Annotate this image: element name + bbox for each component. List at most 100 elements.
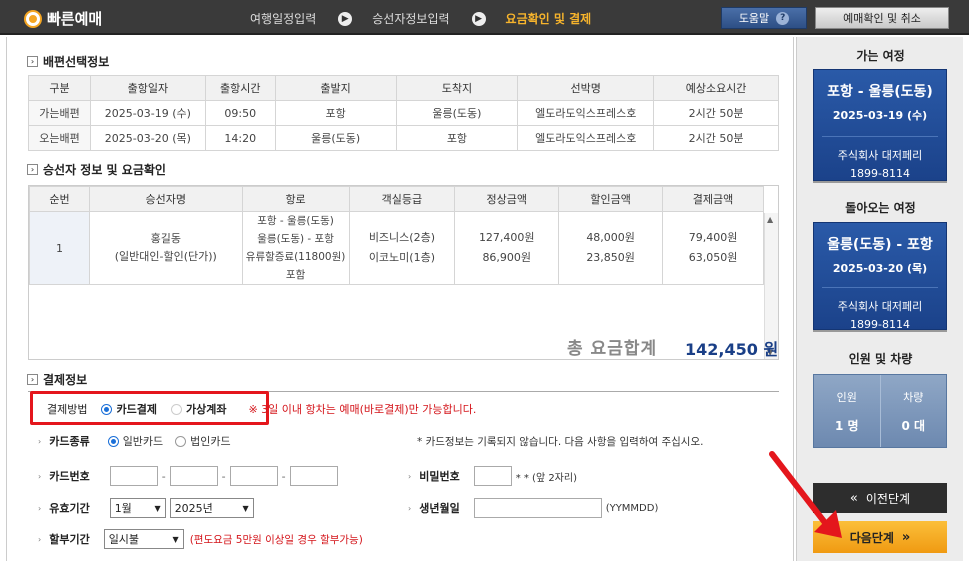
outbound-trip-card: 포항 - 울릉(도동) 2025-03-19 (수) 주식회사 대저페리 189… [813,69,947,181]
expiry-year-value: 2025년 [174,502,213,515]
vehicle-value: 0 대 [901,419,926,433]
chevron-down-icon: ▼ [242,503,249,513]
selection-table: 구분 출항일자 출항시간 출발지 도착지 선박명 예상소요시간 가는배편 202… [28,75,779,151]
normal-price-cell: 127,400원 86,900원 [454,211,560,285]
card-payment-radio[interactable] [101,403,113,415]
expiry-label: 유효기간 [49,502,90,515]
return-date: 2025-03-20 (목) [832,262,928,275]
return-heading: 돌아오는 여정 [845,201,916,215]
card-number-input-1[interactable] [109,466,158,486]
card-type-label: 카드종류 [49,435,90,448]
card-number-input-2[interactable] [169,466,218,486]
card-number-input-4[interactable] [289,466,338,486]
step-passenger: 승선자정보입력 [372,12,450,26]
discount-outbound: 48,000원 [586,231,635,244]
column-header: 항로 [241,186,350,212]
card-divider [822,287,938,288]
card-type-row: › 카드종류 일반카드 법인카드 [38,433,231,449]
route-outbound: 포항 - 울릉(도동) [257,215,334,227]
column-header: 승선자명 [88,186,243,212]
expiry-year-select[interactable]: 2025년 ▼ [169,498,254,518]
virtual-account-label[interactable]: 가상계좌 [186,401,226,417]
column-header: 출항시간 [204,75,276,101]
bullet-icon: › [38,503,42,513]
table-cell: 가는배편 [28,100,91,126]
outbound-route: 포항 - 울릉(도동) [827,84,933,100]
corporate-card-radio[interactable] [175,435,187,447]
bullet-icon: › [38,534,42,544]
chevron-down-icon: ▼ [172,534,179,544]
column-header: 선박명 [517,75,655,101]
app-title-text: 빠른예매 [47,10,103,28]
table-cell: 14:20 [204,125,276,151]
column-header: 할인금액 [558,186,664,212]
step-payment: 요금확인 및 결제 [505,12,592,26]
expiry-month-select[interactable]: 1월 ▼ [109,498,166,518]
passenger-list: 순번 승선자명 항로 객실등급 정상금액 할인금액 결제금액 1 홍길동 (일반… [28,185,779,360]
normal-price-return: 86,900원 [482,251,532,264]
section-selection-title: › 배편선택정보 [27,53,109,70]
table-cell: 2시간 50분 [653,125,779,151]
booking-confirm-cancel-button[interactable]: 예매확인 및 취소 [815,7,949,29]
card-number-label: 카드번호 [49,470,90,483]
bullet-icon: › [38,436,42,446]
table-cell: 울릉(도동) [395,100,519,126]
payment-method-row: 결제방법 카드결제 가상계좌 ※ 3일 이내 항차는 예매(바로결제)만 가능합… [47,401,476,417]
table-cell: 2시간 50분 [653,100,779,126]
column-header: 출발지 [274,75,397,101]
installment-select[interactable]: 일시불 ▼ [103,529,184,549]
payment-method-notice: ※ 3일 이내 항차는 예매(바로결제)만 가능합니다. [248,403,477,416]
pay-amount-outbound: 79,400원 [688,231,738,244]
outbound-phone: 1899-8114 [850,167,910,180]
top-bar: 빠른예매 여행일정입력 ▶ 승선자정보입력 ▶ 요금확인 및 결제 도움말 ? … [0,0,969,35]
table-header-row: 구분 출항일자 출항시간 출발지 도착지 선박명 예상소요시간 [28,75,779,101]
step-arrow-icon: ▶ [471,11,486,26]
total-value: 142,450 원 [685,340,779,359]
dash-separator: - [161,469,166,483]
column-header: 도착지 [395,75,519,101]
bullet-icon: › [38,471,42,481]
help-label: 도움말 [738,12,770,25]
section-title-text: 배편선택정보 [43,55,110,69]
password-input[interactable] [473,466,512,486]
column-header: 객실등급 [348,186,456,212]
chevron-right-icon: › [27,164,38,175]
passenger-type: (일반대인-할인(단가)) [114,250,217,263]
card-number-input-3[interactable] [229,466,278,486]
password-row: › 비밀번호 * * (앞 2자리) [408,466,577,486]
discount-return: 23,850원 [586,251,635,264]
route-cell: 포항 - 울릉(도동) 울릉(도동) - 포항 유류할증료(11800원)포함 [241,211,350,285]
people-heading: 인원 및 차량 [848,352,913,366]
step-itinerary: 여행일정입력 [250,12,317,26]
virtual-account-radio[interactable] [170,403,182,415]
column-header: 예상소요시간 [653,75,779,101]
card-payment-label[interactable]: 카드결제 [116,401,156,417]
return-company: 주식회사 대저페리 [837,300,923,313]
table-cell: 울릉(도동) [274,125,397,151]
people-col: 인원 1 명 [814,375,880,447]
dash-separator: - [281,469,286,483]
personal-card-radio[interactable] [107,435,119,447]
table-cell: 포항 [274,100,397,126]
next-step-label: 다음단계 [849,530,894,545]
card-notice: * 카드정보는 기록되지 않습니다. 다음 사항을 입력하여 주십시오. [417,436,704,448]
personal-card-label[interactable]: 일반카드 [123,433,163,449]
installment-row: › 할부기간 일시불 ▼ (편도요금 5만원 이상일 경우 할부가능) [38,529,363,549]
vehicle-col: 차량 0 대 [879,375,947,447]
double-chevron-right-icon: » [901,529,911,545]
corporate-card-label[interactable]: 법인카드 [190,433,230,449]
birth-input[interactable] [473,498,602,518]
scroll-up-icon[interactable]: ▲ [767,215,773,224]
column-header: 결제금액 [662,186,764,212]
vehicle-label: 차량 [903,391,924,404]
red-arrow-icon [769,451,842,538]
discount-cell: 48,000원 23,850원 [558,211,664,285]
help-button[interactable]: 도움말 ? [721,7,807,29]
fuel-surcharge: 유류할증료(11800원)포함 [245,251,346,281]
expiry-month-value: 1월 [114,502,132,515]
prev-step-label: 이전단계 [865,491,911,506]
installment-label: 할부기간 [49,533,90,546]
pay-amount-cell: 79,400원 63,050원 [662,211,764,285]
installment-value: 일시불 [108,533,140,546]
people-vehicle-card: 인원 1 명 차량 0 대 [813,374,947,448]
